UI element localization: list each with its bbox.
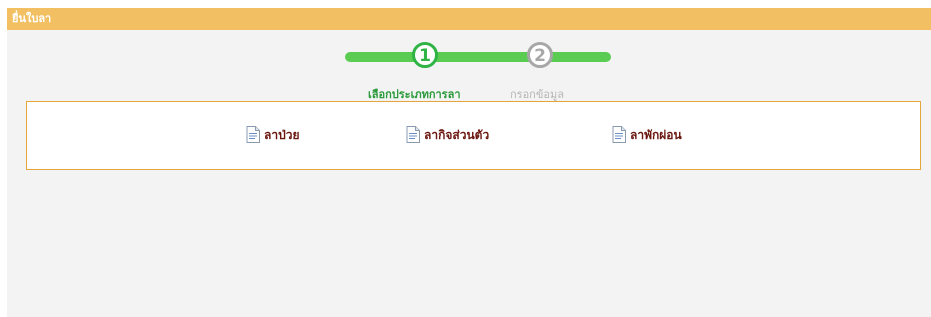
step-2-label: กรอกข้อมูล xyxy=(510,88,564,101)
step-1-number: 1 xyxy=(419,46,431,66)
leave-option-label: ลากิจส่วนตัว xyxy=(424,127,490,142)
page-title: ยื่นใบลา xyxy=(12,12,52,25)
step-1-indicator: 1 xyxy=(412,42,438,68)
step-progress: 1 2 เลือกประเภทการลา กรอกข้อมูล xyxy=(337,40,617,101)
step-1-label: เลือกประเภทการลา xyxy=(368,88,461,101)
leave-type-options: ลาป่วย ลากิจส่วนตัว ลาพักผ่อน xyxy=(26,101,921,170)
document-icon xyxy=(406,126,420,143)
leave-option-label: ลาป่วย xyxy=(264,127,300,142)
leave-option-personal[interactable]: ลากิจส่วนตัว xyxy=(406,126,489,143)
progress-bar-right xyxy=(545,52,611,62)
document-icon xyxy=(246,126,260,143)
progress-bar-middle xyxy=(433,52,537,62)
step-2-indicator: 2 xyxy=(527,42,553,68)
step-2-number: 2 xyxy=(534,46,546,66)
panel-header: ยื่นใบลา xyxy=(7,8,931,30)
document-icon xyxy=(612,126,626,143)
leave-option-sick[interactable]: ลาป่วย xyxy=(246,126,299,143)
leave-option-vacation[interactable]: ลาพักผ่อน xyxy=(612,126,682,143)
leave-option-label: ลาพักผ่อน xyxy=(630,127,682,142)
